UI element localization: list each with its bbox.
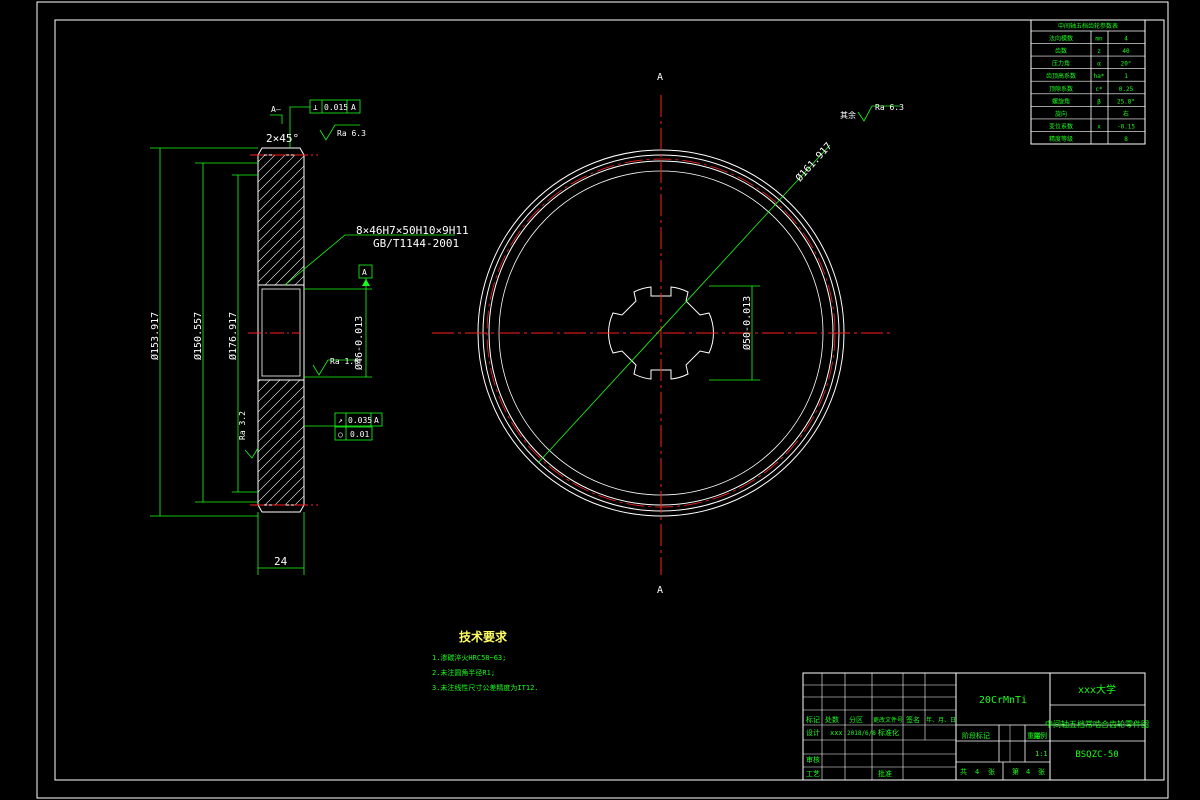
param-name: 齿数 (1055, 47, 1067, 55)
param-name: 螺旋角 (1052, 97, 1070, 105)
tb-drawing-no: BSQZC-50 (1075, 750, 1118, 760)
face-width-label: 24 (274, 555, 288, 568)
dim-pitch-label: Ø176.917 (227, 312, 239, 360)
tol-top-datum: A (351, 103, 356, 112)
tb-part-name: 中间轴五档常啮合齿轮零件图 (1045, 719, 1149, 729)
param-name: 变位系数 (1049, 122, 1073, 130)
tb-approve-label: 批准 (878, 769, 892, 778)
tech-req-item: 3.未注线性尺寸公差精度为IT12. (432, 683, 539, 692)
front-view (432, 95, 900, 575)
chamfer-label: 2×45° (266, 132, 299, 145)
tb-sheets-total: 4 (975, 768, 979, 776)
tb-scale-label: 比例 (1033, 731, 1047, 740)
tech-req-item: 2.未注圆角半径R1; (432, 668, 495, 677)
param-value: 40 (1122, 48, 1130, 55)
tb-school: xxx大学 (1078, 683, 1116, 696)
front-view-labels: A A Ø161.917 Ø50-0.013 其余 Ra 6.3 (657, 72, 904, 596)
dim-mid-label: Ø150.557 (192, 312, 204, 360)
tol-mid2-symbol: ○ (338, 430, 343, 439)
tb-stage-label: 阶段标记 (962, 731, 990, 740)
param-symbol: mn (1095, 36, 1103, 43)
tb-design-date: 2018/6/8 (847, 730, 876, 737)
param-symbol: z (1097, 48, 1101, 55)
tb-designer-label: 设计 (806, 728, 820, 737)
tech-requirements: 技术要求 1.渗碳淬火HRC58~63; 2.未注圆角半径R1; 3.未注线性尺… (432, 629, 539, 692)
tol-top-value: 0.015 (324, 103, 348, 112)
param-value: 25.8° (1117, 98, 1135, 105)
tb-scale: 1:1 (1035, 750, 1048, 758)
roughness-tooth-label: Ra 3.2 (238, 411, 247, 440)
tol-mid2-value: 0.01 (350, 430, 369, 439)
spline-spec-line1: 8×46H7×50H10×9H11 (356, 224, 469, 237)
param-name: 顶隙系数 (1049, 85, 1073, 93)
tb-sheet-no: 4 (1026, 768, 1030, 776)
roughness-rest-label: Ra 6.3 (875, 103, 904, 112)
tb-h-sign: 签名 (906, 715, 920, 724)
drawing-canvas: 2×45° 24 Ø153.917 Ø150.557 Ø176.917 Ø46-… (36, 1, 1169, 799)
param-value: 4 (1124, 36, 1128, 43)
tb-sheet-label: 第 (1012, 767, 1019, 776)
param-value: 8 (1124, 136, 1128, 143)
roughness-rest-prefix: 其余 (840, 110, 856, 120)
param-value: 右 (1123, 110, 1129, 118)
dim-outer-label: Ø153.917 (149, 312, 161, 360)
param-symbol: c* (1095, 86, 1103, 93)
tol-mid1-datum: A (374, 416, 379, 425)
param-name: 旋向 (1055, 110, 1067, 118)
param-value: 0.25 (1119, 86, 1134, 93)
param-name: 法向模数 (1049, 35, 1073, 43)
param-value: -0.15 (1117, 123, 1135, 130)
section-symbol: A— (271, 105, 281, 114)
param-value: 20° (1121, 61, 1132, 68)
tb-h-doc: 更改文件号 (873, 716, 903, 724)
tb-std-label: 标准化 (878, 728, 899, 737)
tb-h-zone: 分区 (849, 715, 863, 724)
tb-sheets-unit2: 张 (1038, 767, 1045, 776)
param-symbol: β (1097, 98, 1101, 105)
inner-border (54, 19, 1165, 781)
view-mark-bottom: A (657, 585, 663, 596)
tol-mid1-value: 0.035 (348, 416, 372, 425)
outer-border (36, 1, 1169, 799)
spline-spec-line2: GB/T1144-2001 (373, 237, 459, 250)
param-symbol: α (1097, 61, 1101, 68)
tb-review-label: 审核 (806, 755, 820, 764)
tb-h-date: 年、月、日 (926, 716, 956, 724)
tb-h-mark: 标记 (806, 715, 820, 724)
tb-craft-label: 工艺 (806, 770, 820, 778)
dim-spline-label: Ø50-0.013 (741, 296, 753, 350)
param-value: 1 (1124, 73, 1128, 80)
tech-req-title: 技术要求 (459, 629, 508, 644)
param-table-title: 中间轴五档齿轮参数表 (1058, 22, 1118, 30)
param-name: 压力角 (1052, 60, 1070, 68)
view-mark-top: A (657, 72, 663, 83)
roughness-bore-label: Ra 1.6 (330, 357, 359, 366)
section-labels: 2×45° 24 Ø153.917 Ø150.557 Ø176.917 Ø46-… (149, 103, 469, 568)
tb-designer: xxx (830, 729, 843, 737)
tol-mid1-symbol: ↗ (338, 416, 343, 425)
param-symbol: ha* (1094, 73, 1105, 80)
tb-sheets-unit1: 张 (988, 767, 995, 776)
roughness-top-label: Ra 6.3 (337, 129, 366, 138)
tb-h-count: 处数 (825, 715, 839, 724)
param-symbol: x (1097, 123, 1101, 130)
tb-material: 20CrMnTi (979, 695, 1027, 706)
param-table: 法向模数 mn 4 齿数 z 40 压力角 α 20° 齿顶高系数 ha* 1 顶隙系数 c* 0.25 螺旋… (1030, 19, 1146, 145)
tb-sheets-total-label: 共 (960, 767, 967, 776)
datum-box-label: A (362, 268, 367, 277)
tech-req-item: 1.渗碳淬火HRC58~63; (432, 653, 506, 662)
dim-face-diameter-label: Ø161.917 (793, 140, 834, 184)
param-name: 齿顶高系数 (1046, 72, 1076, 80)
title-block: 标记 处数 分区 更改文件号 签名 年、月、日 设计 xxx 2018/6/8 … (802, 672, 1149, 781)
section-view (248, 147, 318, 513)
param-name: 精度等级 (1049, 135, 1073, 143)
tol-top-symbol: ⊥ (313, 103, 318, 112)
